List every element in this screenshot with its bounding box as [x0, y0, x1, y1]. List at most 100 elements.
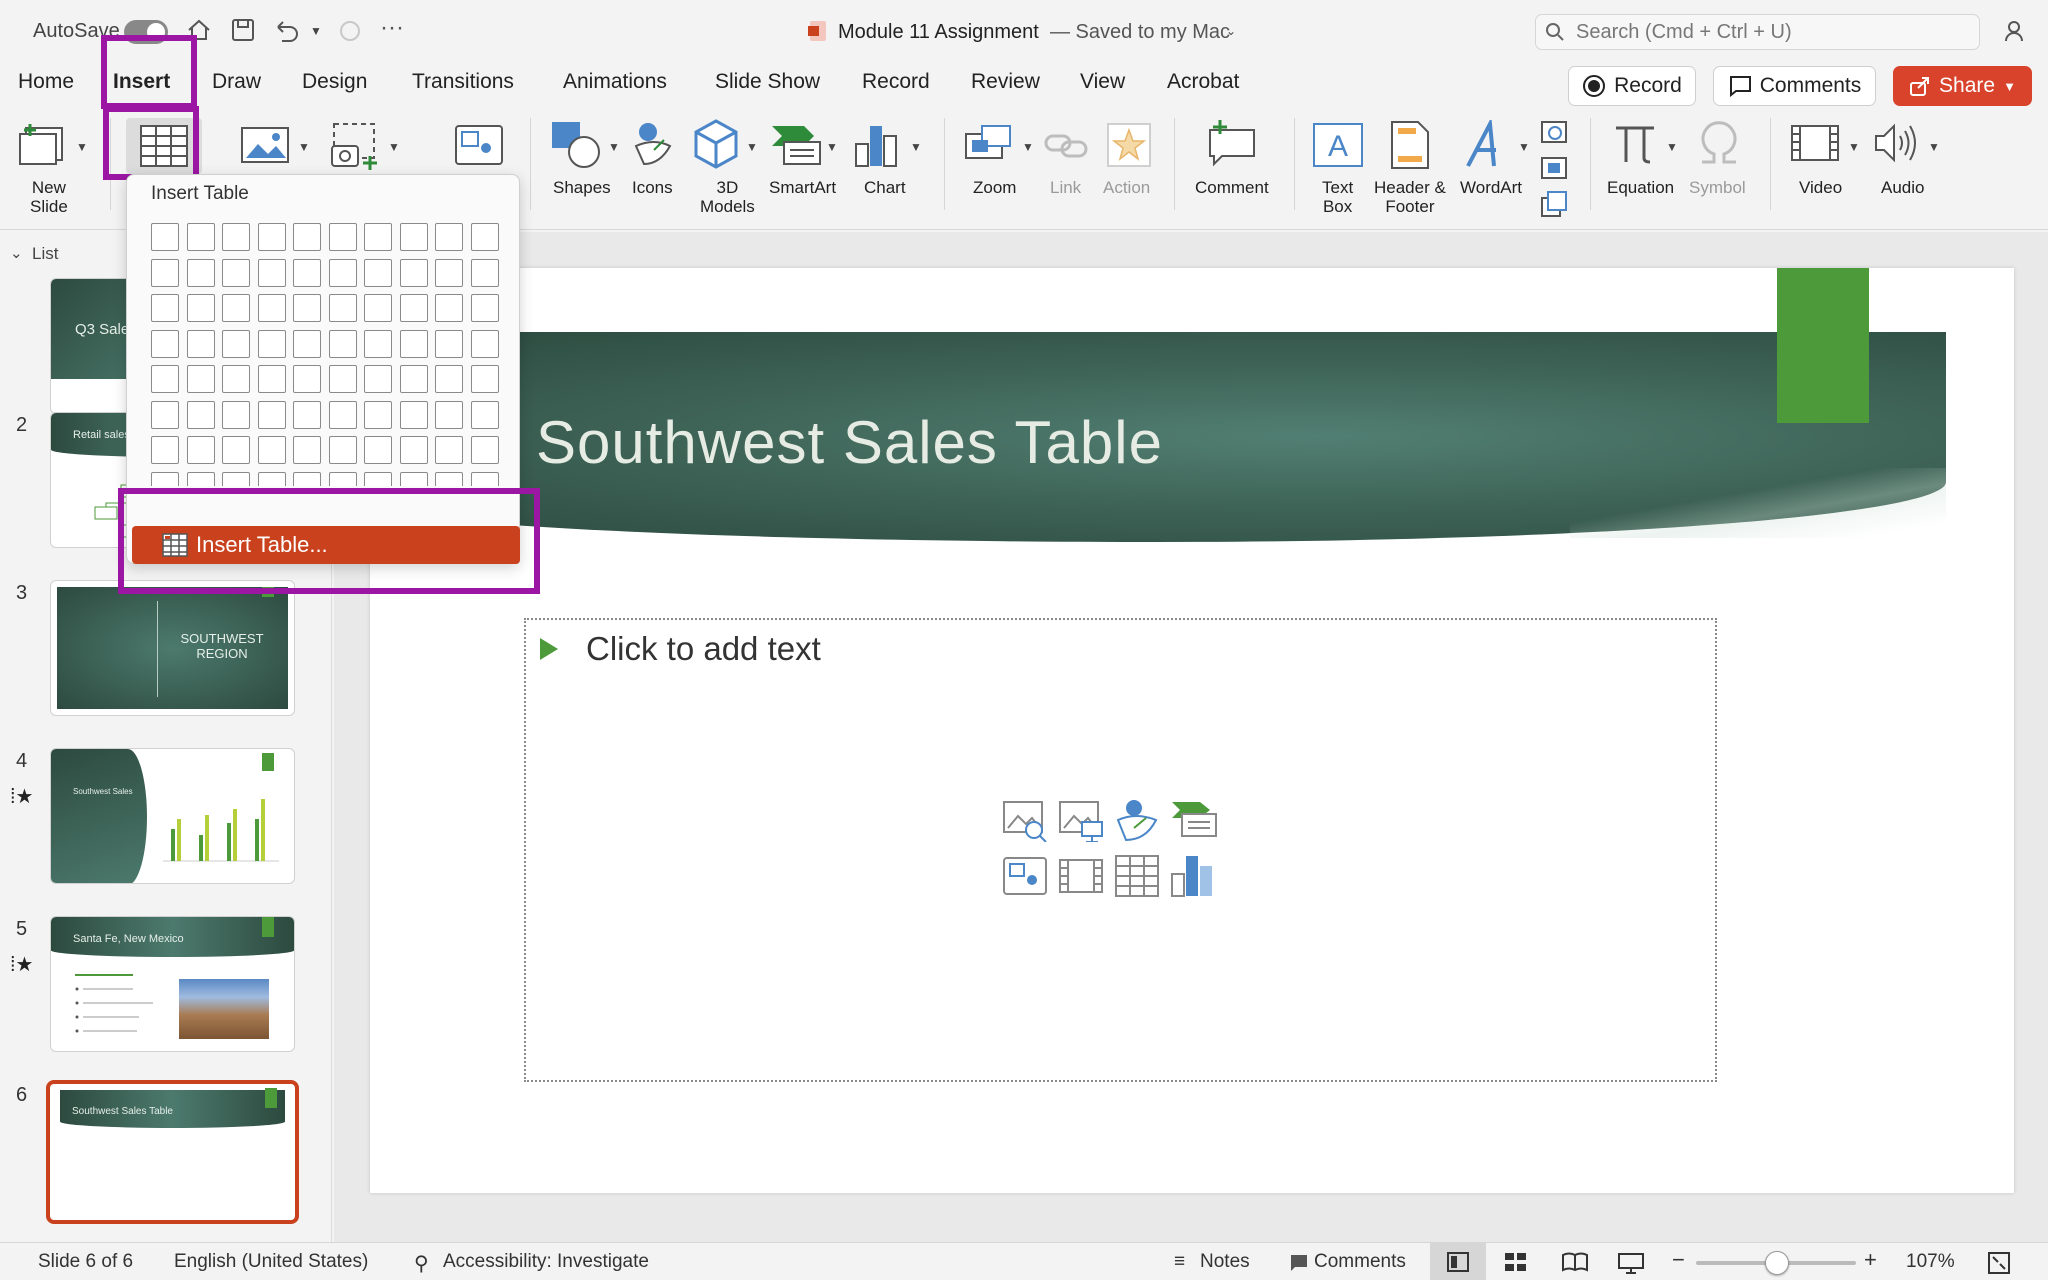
table-grid-cell[interactable]	[186, 400, 215, 429]
table-grid-cell[interactable]	[470, 223, 499, 251]
audio-dropdown-icon[interactable]: ▼	[1928, 140, 1940, 154]
shapes-icon[interactable]	[550, 120, 604, 170]
table-grid-cell[interactable]	[399, 223, 428, 251]
equation-icon[interactable]	[1612, 120, 1658, 166]
add-in-insert-icon[interactable]	[1002, 856, 1050, 898]
chart-dropdown-icon[interactable]: ▼	[910, 140, 922, 154]
new-slide-label[interactable]: New Slide	[30, 178, 68, 216]
table-grid-cell[interactable]	[399, 365, 428, 393]
table-grid-cell[interactable]	[257, 258, 286, 287]
3d-models-dropdown-icon[interactable]: ▼	[746, 140, 758, 154]
add-in-icon[interactable]	[454, 124, 504, 166]
equation-dropdown-icon[interactable]: ▼	[1666, 140, 1678, 154]
smartart-icon[interactable]	[770, 124, 822, 166]
table-grid-cell[interactable]	[435, 223, 463, 251]
table-grid-cell[interactable]	[328, 223, 357, 251]
table-grid-cell[interactable]	[435, 365, 463, 393]
table-grid-cell[interactable]	[435, 294, 463, 322]
table-grid-cell[interactable]	[222, 365, 250, 393]
tab-acrobat[interactable]: Acrobat	[1167, 70, 1239, 94]
table-grid-cell[interactable]	[364, 258, 392, 287]
share-chevron-icon[interactable]: ▼	[2003, 79, 2016, 94]
text-box-label[interactable]: Text Box	[1322, 178, 1353, 216]
comments-status-button[interactable]: Comments	[1314, 1251, 1406, 1273]
video-label[interactable]: Video	[1799, 178, 1842, 197]
slide-thumbnail-6-selected[interactable]: Southwest Sales Table	[46, 1080, 299, 1224]
content-placeholder[interactable]: Click to add text	[524, 618, 1717, 1082]
text-box-icon[interactable]: A	[1312, 122, 1364, 168]
table-grid-cell[interactable]	[470, 294, 499, 322]
table-grid-cell[interactable]	[293, 329, 321, 358]
table-grid-cell[interactable]	[328, 258, 357, 287]
title-chevron-icon[interactable]: ⌄	[1226, 24, 1236, 38]
table-grid-cell[interactable]	[222, 436, 250, 464]
chart-label[interactable]: Chart	[864, 178, 906, 197]
table-grid-cell[interactable]	[328, 365, 357, 393]
table-grid-cell[interactable]	[435, 400, 463, 429]
table-grid-cell[interactable]	[328, 294, 357, 322]
tab-home[interactable]: Home	[18, 70, 74, 94]
notes-button[interactable]: Notes	[1200, 1251, 1250, 1273]
table-grid-cell[interactable]	[328, 436, 357, 464]
zoom-slider-thumb[interactable]	[1765, 1251, 1789, 1275]
3d-models-label[interactable]: 3D Models	[700, 178, 755, 216]
table-grid-cell[interactable]	[257, 400, 286, 429]
record-button[interactable]: Record	[1568, 66, 1696, 106]
table-grid-cell[interactable]	[257, 365, 286, 393]
table-grid-cell[interactable]	[328, 329, 357, 358]
shapes-dropdown-icon[interactable]: ▼	[608, 140, 620, 154]
pictures-dropdown-icon[interactable]: ▼	[298, 140, 310, 154]
pictures-icon[interactable]	[240, 124, 290, 166]
wordart-dropdown-icon[interactable]: ▼	[1518, 140, 1530, 154]
zoom-label[interactable]: Zoom	[973, 178, 1016, 197]
table-grid-cell[interactable]	[186, 329, 215, 358]
zoom-out-icon[interactable]: −	[1672, 1247, 1685, 1273]
smartart-insert-icon[interactable]	[1170, 800, 1220, 842]
table-grid-cell[interactable]	[399, 294, 428, 322]
table-grid-cell[interactable]	[470, 400, 499, 429]
chart-insert-icon[interactable]	[1170, 852, 1216, 898]
slide-title[interactable]: Southwest Sales Table	[536, 408, 1163, 477]
table-grid-cell[interactable]	[151, 223, 179, 251]
normal-view-button[interactable]	[1430, 1243, 1486, 1280]
slide-thumbnail-4[interactable]: Southwest Sales	[50, 748, 295, 884]
audio-icon[interactable]	[1872, 122, 1918, 164]
slide-thumbnail-3[interactable]: SOUTHWEST REGION	[50, 580, 295, 716]
table-grid-cell[interactable]	[186, 471, 215, 486]
table-grid-cell[interactable]	[399, 258, 428, 287]
table-grid-cell[interactable]	[186, 223, 215, 251]
table-grid-cell[interactable]	[257, 471, 286, 486]
tab-review[interactable]: Review	[971, 70, 1040, 94]
fit-to-window-icon[interactable]	[1988, 1252, 2010, 1274]
tab-slide-show[interactable]: Slide Show	[715, 70, 820, 94]
table-grid-cell[interactable]	[435, 436, 463, 464]
zoom-level[interactable]: 107%	[1906, 1251, 1955, 1273]
table-grid-cell[interactable]	[151, 400, 179, 429]
table-grid-cell[interactable]	[399, 329, 428, 358]
table-grid-cell[interactable]	[293, 436, 321, 464]
save-icon[interactable]	[230, 17, 256, 43]
table-grid-cell[interactable]	[257, 294, 286, 322]
table-grid-cell[interactable]	[399, 436, 428, 464]
table-grid-cell[interactable]	[151, 294, 179, 322]
tab-view[interactable]: View	[1080, 70, 1125, 94]
table-grid-cell[interactable]	[328, 400, 357, 429]
audio-label[interactable]: Audio	[1881, 178, 1924, 197]
shapes-label[interactable]: Shapes	[553, 178, 611, 197]
slide-show-icon[interactable]	[1618, 1252, 1644, 1274]
slide[interactable]: Southwest Sales Table Click to add text	[370, 268, 2014, 1193]
screenshot-icon[interactable]	[328, 120, 380, 172]
table-insert-icon[interactable]	[1114, 854, 1162, 900]
table-grid-cell[interactable]	[470, 258, 499, 287]
table-grid-cell[interactable]	[186, 294, 215, 322]
table-grid-cell[interactable]	[222, 329, 250, 358]
table-grid-cell[interactable]	[222, 258, 250, 287]
table-grid-cell[interactable]	[293, 258, 321, 287]
wordart-icon[interactable]	[1464, 120, 1510, 170]
table-grid-cell[interactable]	[470, 471, 499, 486]
smartart-label[interactable]: SmartArt	[769, 178, 836, 197]
document-title[interactable]: Module 11 Assignment	[838, 21, 1039, 44]
table-grid-cell[interactable]	[328, 471, 357, 486]
pictures-insert-icon[interactable]	[1058, 800, 1106, 842]
icons-insert-icon[interactable]	[1114, 798, 1162, 844]
